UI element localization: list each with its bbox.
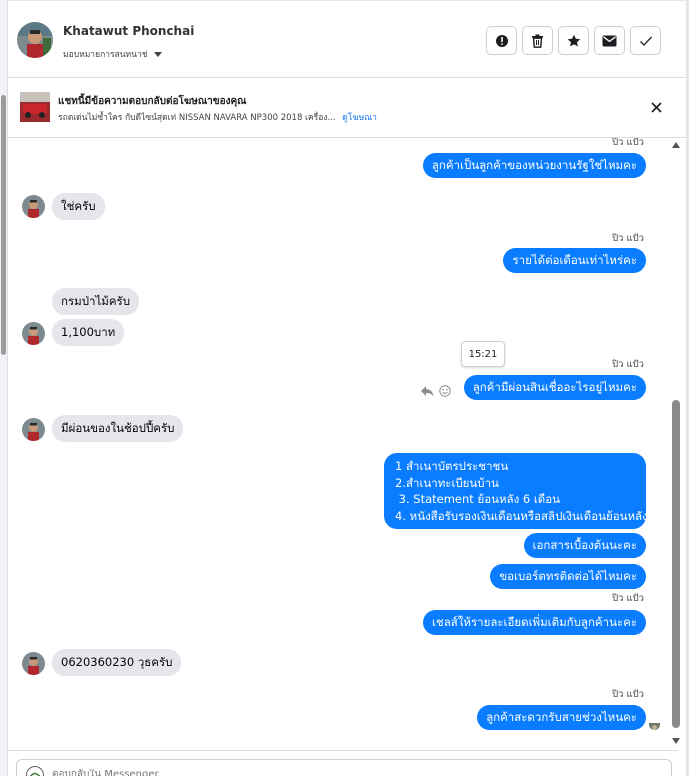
banner-text: รถตเด่นไม่ซ้ำใคร กับดีไซน์สุดเท่ NISSAN … bbox=[58, 110, 377, 124]
incoming-message[interactable]: 1,100บาท bbox=[52, 319, 125, 346]
outgoing-message[interactable]: ลูกค้าเป็นลูกค้าของหน่วยงานรัฐใช่ไหมคะ bbox=[422, 153, 646, 178]
star-button[interactable] bbox=[558, 26, 589, 55]
sender-name: ปิว แปัว bbox=[612, 593, 644, 604]
sender-name: ปิว แปัว bbox=[612, 689, 644, 700]
scroll-down-arrow-icon[interactable] bbox=[672, 738, 680, 744]
document-line: 3. Statement ย้อนหลัง 6 เดือน bbox=[395, 492, 560, 506]
alert-icon bbox=[495, 34, 508, 47]
sender-name: ปิว แปัว bbox=[612, 138, 644, 148]
outgoing-message[interactable]: ขอเบอร์ตทรติดต่อได้ไหมคะ bbox=[490, 564, 646, 589]
banner-title: แชทนี้มีข้อความตอบกลับต่อโฆษณาของคุณ bbox=[58, 96, 247, 107]
incoming-message[interactable]: 0620360230 วุธครับ bbox=[52, 649, 182, 676]
close-icon bbox=[650, 101, 662, 113]
outgoing-message[interactable]: รายได้ต่อเดือนเท่าไหร่คะ bbox=[503, 248, 646, 273]
caret-down-icon bbox=[153, 51, 162, 57]
assign-conversation-label: มอบหมายการสนทนาช่ bbox=[63, 50, 148, 60]
document-line: 2.สำเนาทะเบียนบ้าน bbox=[395, 475, 499, 490]
outgoing-message[interactable]: ลูกค้าสะดวกรับสายช่วงไหนคะ bbox=[477, 705, 646, 730]
message-thread[interactable]: ปิว แปัว ลูกค้าเป็นลูกค้าของหน่วยงานรัฐใ… bbox=[8, 138, 670, 750]
parent-scrollbar-thumb[interactable] bbox=[1, 95, 6, 355]
ad-description: รถตเด่นไม่ซ้ำใคร กับดีไซน์สุดเท่ NISSAN … bbox=[58, 113, 336, 123]
outgoing-message[interactable]: ลูกค้ามีผ่อนสินเชื่ออะไรอยู่ไหมคะ bbox=[463, 375, 646, 400]
seen-avatar-icon bbox=[649, 719, 660, 730]
scroll-up-arrow-icon[interactable] bbox=[672, 142, 680, 148]
outgoing-message[interactable]: เชลส์ให้รายละเอียดเพิ่มเติมกับลูกค้านะคะ bbox=[422, 610, 646, 635]
reply-icon[interactable] bbox=[420, 385, 434, 397]
incoming-message[interactable]: ใช่ครับ bbox=[52, 193, 105, 220]
parent-scrollbar[interactable] bbox=[0, 0, 8, 776]
contact-name[interactable]: Khatawut Phonchai bbox=[63, 24, 194, 38]
outgoing-message-documents[interactable]: 1 สำเนาบัตรประชาชน 2.สำเนาทะเบียนบ้าน 3.… bbox=[384, 453, 648, 529]
timestamp-tooltip: 15:21 bbox=[461, 341, 505, 367]
mark-unread-button[interactable] bbox=[594, 26, 625, 55]
contact-avatar-small[interactable] bbox=[22, 195, 45, 218]
sender-name: ปิว แปัว bbox=[612, 359, 644, 370]
contact-avatar[interactable] bbox=[17, 22, 53, 58]
mark-done-button[interactable] bbox=[630, 26, 661, 55]
document-line: 4. หนังสือรับรองเงินเดือนหรือสลิปเงินเดื… bbox=[395, 508, 648, 523]
mail-icon bbox=[602, 35, 617, 46]
assign-conversation-dropdown[interactable]: มอบหมายการสนทนาช่ bbox=[63, 47, 162, 61]
incoming-message[interactable]: มีผ่อนของในช้อปปี้ครับ bbox=[52, 415, 184, 442]
contact-avatar-small[interactable] bbox=[22, 652, 45, 675]
reply-input[interactable] bbox=[52, 769, 452, 776]
incoming-message[interactable]: กรมป่าไม้ครับ bbox=[52, 288, 140, 315]
check-icon bbox=[639, 36, 652, 46]
star-icon bbox=[567, 34, 580, 46]
trash-icon bbox=[532, 34, 543, 48]
report-spam-button[interactable] bbox=[486, 26, 517, 55]
conversation-header: Khatawut Phonchai มอบหมายการสนทนาช่ bbox=[8, 0, 687, 78]
header-actions bbox=[486, 26, 661, 55]
react-smile-icon[interactable] bbox=[439, 385, 451, 397]
contact-avatar-small[interactable] bbox=[22, 418, 45, 441]
sender-name: ปิว แปัว bbox=[612, 233, 644, 244]
outgoing-message[interactable]: เอกสารเบื้องต้นนะคะ bbox=[523, 533, 646, 558]
composer bbox=[8, 750, 678, 776]
contact-avatar-small[interactable] bbox=[22, 322, 45, 345]
close-banner-button[interactable] bbox=[647, 98, 665, 116]
document-line: 1 สำเนาบัตรประชาชน bbox=[395, 459, 509, 473]
ad-reply-banner: แชทนี้มีข้อความตอบกลับต่อโฆษณาของคุณ รถต… bbox=[8, 78, 687, 138]
messenger-window: Khatawut Phonchai มอบหมายการสนทนาช่ แชทน… bbox=[0, 0, 689, 776]
thread-scrollbar[interactable] bbox=[670, 138, 682, 750]
view-ad-link[interactable]: ดูโฆษณา bbox=[342, 113, 377, 123]
delete-button[interactable] bbox=[522, 26, 553, 55]
ad-thumbnail[interactable] bbox=[20, 92, 50, 122]
thread-scrollbar-thumb[interactable] bbox=[672, 400, 680, 728]
